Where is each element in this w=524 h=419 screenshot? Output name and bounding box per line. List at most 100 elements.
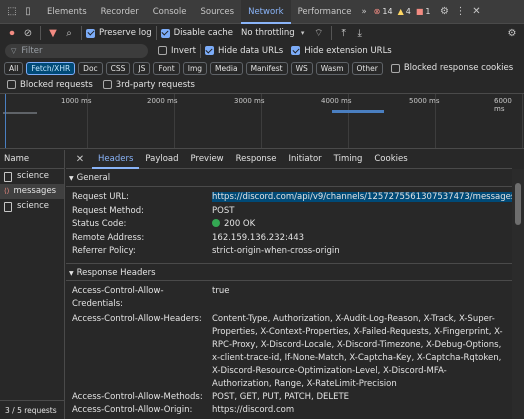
hide-extension-urls-label: Hide extension URLs: [304, 45, 392, 56]
header-value[interactable]: POST, GET, PUT, PATCH, DELETE: [212, 391, 512, 405]
tab-console[interactable]: Console: [146, 0, 194, 24]
filter-icon: ▽: [11, 46, 17, 55]
general-row-status-code: Status Code: 200 OK: [66, 218, 512, 232]
general-row-referrer-policy: Referrer Policy: strict-origin-when-cros…: [66, 245, 512, 259]
request-name: science: [17, 171, 49, 181]
tab-headers[interactable]: Headers: [92, 150, 140, 169]
timeline-tick-label: 1000 ms: [61, 97, 92, 105]
issue-counters[interactable]: ⊗ 14 ▲ 4 ■ 1: [374, 7, 431, 16]
document-icon: [4, 171, 12, 182]
blocked-requests-checkbox[interactable]: [7, 80, 16, 89]
chevron-down-icon[interactable]: ▾: [295, 25, 311, 41]
disable-cache-checkbox[interactable]: [160, 28, 170, 38]
search-icon[interactable]: ⌕: [61, 25, 77, 41]
more-options-icon[interactable]: ⋮: [452, 4, 468, 20]
info-icon: ■: [415, 7, 424, 16]
tab-recorder[interactable]: Recorder: [94, 0, 146, 24]
invert-checkbox[interactable]: [158, 46, 167, 55]
status-ok-icon: [212, 219, 220, 227]
details-scrollbar[interactable]: [512, 169, 524, 419]
network-conditions-icon[interactable]: ⌔: [311, 25, 327, 41]
request-url-value[interactable]: https://discord.com/api/v9/channels/1257…: [212, 192, 512, 202]
header-value[interactable]: Content-Type, Authorization, X-Audit-Log…: [212, 313, 512, 391]
preserve-log-label: Preserve log: [99, 28, 152, 38]
type-filter-css[interactable]: CSS: [105, 61, 131, 75]
record-stop-icon[interactable]: ⏺: [4, 25, 20, 41]
general-row-request-url: Request URL: https://discord.com/api/v9/…: [66, 191, 512, 205]
header-key: Request Method:: [72, 205, 144, 216]
export-har-icon[interactable]: ⤓: [352, 25, 368, 41]
header-value[interactable]: 162.159.136.232:443: [212, 232, 512, 246]
timeline-tick-label: 3000 ms: [234, 97, 265, 105]
close-devtools-icon[interactable]: ✕: [468, 4, 484, 20]
general-section-header[interactable]: ▼ General: [66, 169, 512, 187]
filter-funnel-icon[interactable]: ▼: [45, 25, 61, 41]
response-headers-section-header[interactable]: ▼ Response Headers: [66, 262, 512, 281]
tab-response[interactable]: Response: [230, 150, 283, 169]
type-filter-manifest[interactable]: Manifest: [245, 61, 288, 75]
tab-elements[interactable]: Elements: [40, 0, 94, 24]
type-filter-img[interactable]: Img: [182, 61, 208, 75]
header-value[interactable]: https://discord.com: [212, 404, 512, 418]
throttling-select[interactable]: No throttling: [241, 28, 295, 38]
request-row[interactable]: science: [0, 169, 64, 184]
more-tabs-button[interactable]: »: [358, 0, 369, 24]
clear-icon[interactable]: ⊘: [20, 25, 36, 41]
type-filter-wasm[interactable]: Wasm: [315, 61, 349, 75]
blocked-response-cookies-checkbox[interactable]: [390, 63, 400, 73]
header-key: Access-Control-Allow-Origin:: [72, 405, 193, 415]
header-value[interactable]: 200 OK: [224, 219, 255, 229]
timeline-tick-label: 5000 ms: [409, 97, 440, 105]
expand-triangle-icon: ▼: [69, 175, 74, 182]
tab-cookies[interactable]: Cookies: [368, 150, 413, 169]
request-details-pane: ✕ Headers Payload Preview Response Initi…: [66, 150, 512, 419]
tab-payload[interactable]: Payload: [139, 150, 184, 169]
tab-timing[interactable]: Timing: [328, 150, 369, 169]
third-party-requests-checkbox[interactable]: [102, 80, 112, 89]
network-settings-gear-icon[interactable]: ⚙: [504, 25, 520, 41]
type-filter-all[interactable]: All: [4, 61, 24, 75]
header-value[interactable]: strict-origin-when-cross-origin: [212, 245, 512, 259]
timeline-overview[interactable]: 1000 ms 2000 ms 3000 ms 4000 ms 5000 ms …: [0, 93, 524, 149]
tab-sources[interactable]: Sources: [193, 0, 241, 24]
timeline-tick-label: 6000 ms: [494, 97, 512, 113]
tab-performance[interactable]: Performance: [291, 0, 359, 24]
header-key: Request URL:: [72, 192, 129, 202]
type-filter-font[interactable]: Font: [153, 61, 180, 75]
blocked-requests-label: Blocked requests: [20, 79, 93, 90]
header-value[interactable]: true: [212, 285, 512, 312]
request-row-selected[interactable]: ⟨⟩ messages: [0, 184, 64, 199]
type-filter-media[interactable]: Media: [210, 61, 243, 75]
tab-initiator[interactable]: Initiator: [282, 150, 327, 169]
request-row[interactable]: science: [0, 199, 64, 214]
hide-data-urls-checkbox[interactable]: [204, 46, 214, 55]
header-value[interactable]: POST: [212, 205, 512, 219]
inspect-element-icon[interactable]: ⬚: [4, 4, 20, 20]
import-har-icon[interactable]: ⤒: [336, 25, 352, 41]
scrollbar-thumb[interactable]: [515, 183, 521, 225]
tab-preview[interactable]: Preview: [185, 150, 230, 169]
type-filter-fetch-xhr[interactable]: Fetch/XHR: [26, 61, 76, 75]
divider: [81, 26, 82, 40]
header-key: Remote Address:: [72, 232, 145, 243]
warning-count: 4: [405, 7, 411, 16]
settings-gear-icon[interactable]: ⚙: [436, 4, 452, 20]
header-key: Access-Control-Allow-Credentials:: [72, 285, 164, 310]
type-filter-other[interactable]: Other: [351, 61, 383, 75]
type-filter-js[interactable]: JS: [133, 61, 151, 75]
request-name: science: [17, 201, 49, 211]
info-count: 1: [425, 7, 431, 16]
preserve-log-checkbox[interactable]: [86, 28, 95, 38]
name-column-header[interactable]: Name: [0, 150, 64, 169]
timeline-tick-label: 2000 ms: [147, 97, 178, 105]
tab-network[interactable]: Network: [241, 0, 291, 24]
close-icon[interactable]: ✕: [72, 151, 88, 167]
request-name: messages: [13, 186, 57, 196]
blocked-response-cookies-label: Blocked response cookies: [403, 63, 514, 73]
type-filter-doc[interactable]: Doc: [78, 61, 103, 75]
filter-input[interactable]: ▽ Filter: [5, 43, 148, 58]
type-filter-ws[interactable]: WS: [290, 61, 313, 75]
general-row-remote-address: Remote Address: 162.159.136.232:443: [66, 232, 512, 246]
device-toolbar-icon[interactable]: ▯: [20, 4, 36, 20]
hide-extension-urls-checkbox[interactable]: [291, 46, 301, 55]
